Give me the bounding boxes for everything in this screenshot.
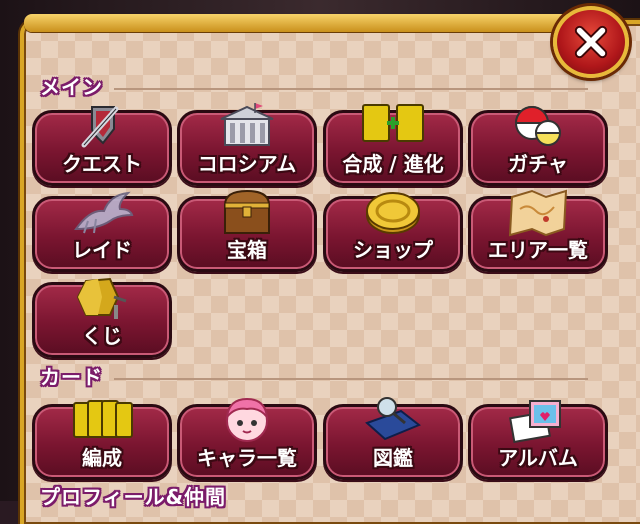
tile-quest[interactable]: クエスト <box>32 106 172 186</box>
tile-label: レイド <box>72 238 132 262</box>
character-face-icon <box>215 397 279 445</box>
tile-colosseum[interactable]: コロシアム <box>177 103 317 186</box>
treasure-chest-icon <box>215 189 279 237</box>
gacha-capsule-icon <box>506 103 570 151</box>
section-title-profile: プロフィール&仲間 <box>40 485 227 509</box>
section-divider-card <box>114 378 588 380</box>
encyclopedia-icon <box>361 397 425 445</box>
tile-label: 図鑑 <box>373 446 413 470</box>
tile-treasure[interactable]: 宝箱 <box>177 189 317 272</box>
tile-label: エリア一覧 <box>488 238 588 262</box>
lottery-wheel-icon <box>70 275 134 323</box>
tile-label: アルバム <box>498 446 578 470</box>
tile-label: 宝箱 <box>227 238 267 262</box>
tile-label: クエスト <box>62 152 142 176</box>
card-fusion-icon <box>361 103 425 151</box>
section-divider-main <box>114 88 588 90</box>
colosseum-icon <box>215 103 279 151</box>
tile-label: ショップ <box>353 238 433 262</box>
tile-raid[interactable]: レイド <box>32 191 172 272</box>
tile-label: 編成 <box>82 446 122 470</box>
map-icon <box>506 189 570 237</box>
sword-shield-icon <box>70 103 134 151</box>
card-deck-icon <box>70 397 134 445</box>
tile-label: 合成 / 進化 <box>342 152 444 176</box>
dragon-icon <box>70 189 134 237</box>
section-title-card: カード <box>40 365 103 389</box>
tile-gacha[interactable]: ガチャ <box>468 106 608 186</box>
panel-ornament <box>24 14 584 32</box>
tile-label: くじ <box>82 324 122 348</box>
tile-fusion[interactable]: 合成 / 進化 <box>323 104 463 186</box>
coin-icon <box>361 189 425 237</box>
tile-lottery[interactable]: くじ <box>32 277 172 358</box>
tile-shop[interactable]: ショップ <box>323 192 463 272</box>
section-title-main: メイン <box>40 75 103 99</box>
tile-label: ガチャ <box>508 152 568 176</box>
close-icon <box>574 25 608 59</box>
tile-character-list[interactable]: キャラ一覧 <box>177 397 317 480</box>
tile-encyclopedia[interactable]: 図鑑 <box>323 397 463 480</box>
tile-label: キャラ一覧 <box>197 446 297 470</box>
close-button[interactable] <box>553 6 629 78</box>
tile-label: コロシアム <box>197 152 297 176</box>
tile-area-list[interactable]: エリア一覧 <box>468 189 608 272</box>
tile-album[interactable]: アルバム <box>468 400 608 480</box>
photo-album-icon <box>506 397 570 445</box>
tile-deck[interactable]: 編成 <box>32 400 172 480</box>
